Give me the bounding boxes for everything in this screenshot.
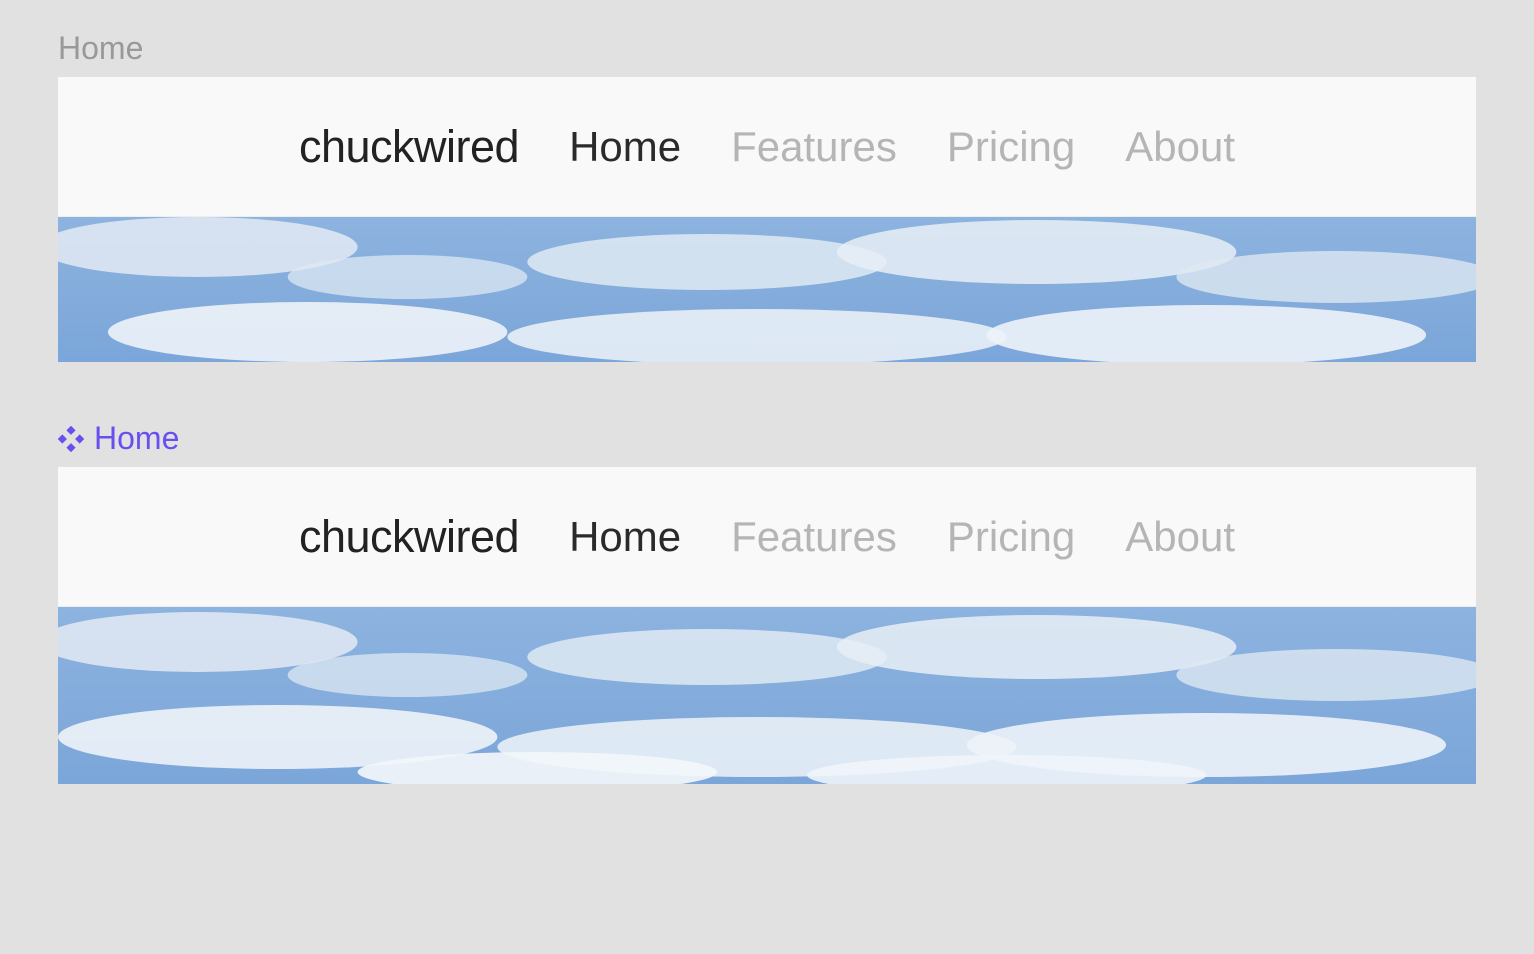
panel-2: chuckwired Home Features Pricing About	[58, 467, 1476, 784]
panel-1: chuckwired Home Features Pricing About	[58, 77, 1476, 362]
nav-link-pricing[interactable]: Pricing	[947, 513, 1075, 561]
section-label-with-icon: Home	[58, 420, 1476, 457]
nav-link-about[interactable]: About	[1125, 123, 1235, 171]
panel-wrapper-2: Home chuckwired Home Features Pricing Ab…	[58, 420, 1476, 784]
panel-wrapper-1: Home chuckwired Home Features Pricing Ab…	[58, 30, 1476, 362]
nav-link-features[interactable]: Features	[731, 123, 897, 171]
nav-link-about[interactable]: About	[1125, 513, 1235, 561]
nav-link-features[interactable]: Features	[731, 513, 897, 561]
hero-image	[58, 217, 1476, 362]
component-icon	[58, 426, 84, 452]
navbar: chuckwired Home Features Pricing About	[58, 467, 1476, 607]
brand[interactable]: chuckwired	[299, 511, 519, 563]
brand[interactable]: chuckwired	[299, 121, 519, 173]
nav-link-home[interactable]: Home	[569, 123, 681, 171]
section-label: Home	[58, 30, 1476, 67]
navbar: chuckwired Home Features Pricing About	[58, 77, 1476, 217]
nav-link-home[interactable]: Home	[569, 513, 681, 561]
section-label-text: Home	[94, 420, 179, 457]
hero-image	[58, 607, 1476, 784]
nav-link-pricing[interactable]: Pricing	[947, 123, 1075, 171]
